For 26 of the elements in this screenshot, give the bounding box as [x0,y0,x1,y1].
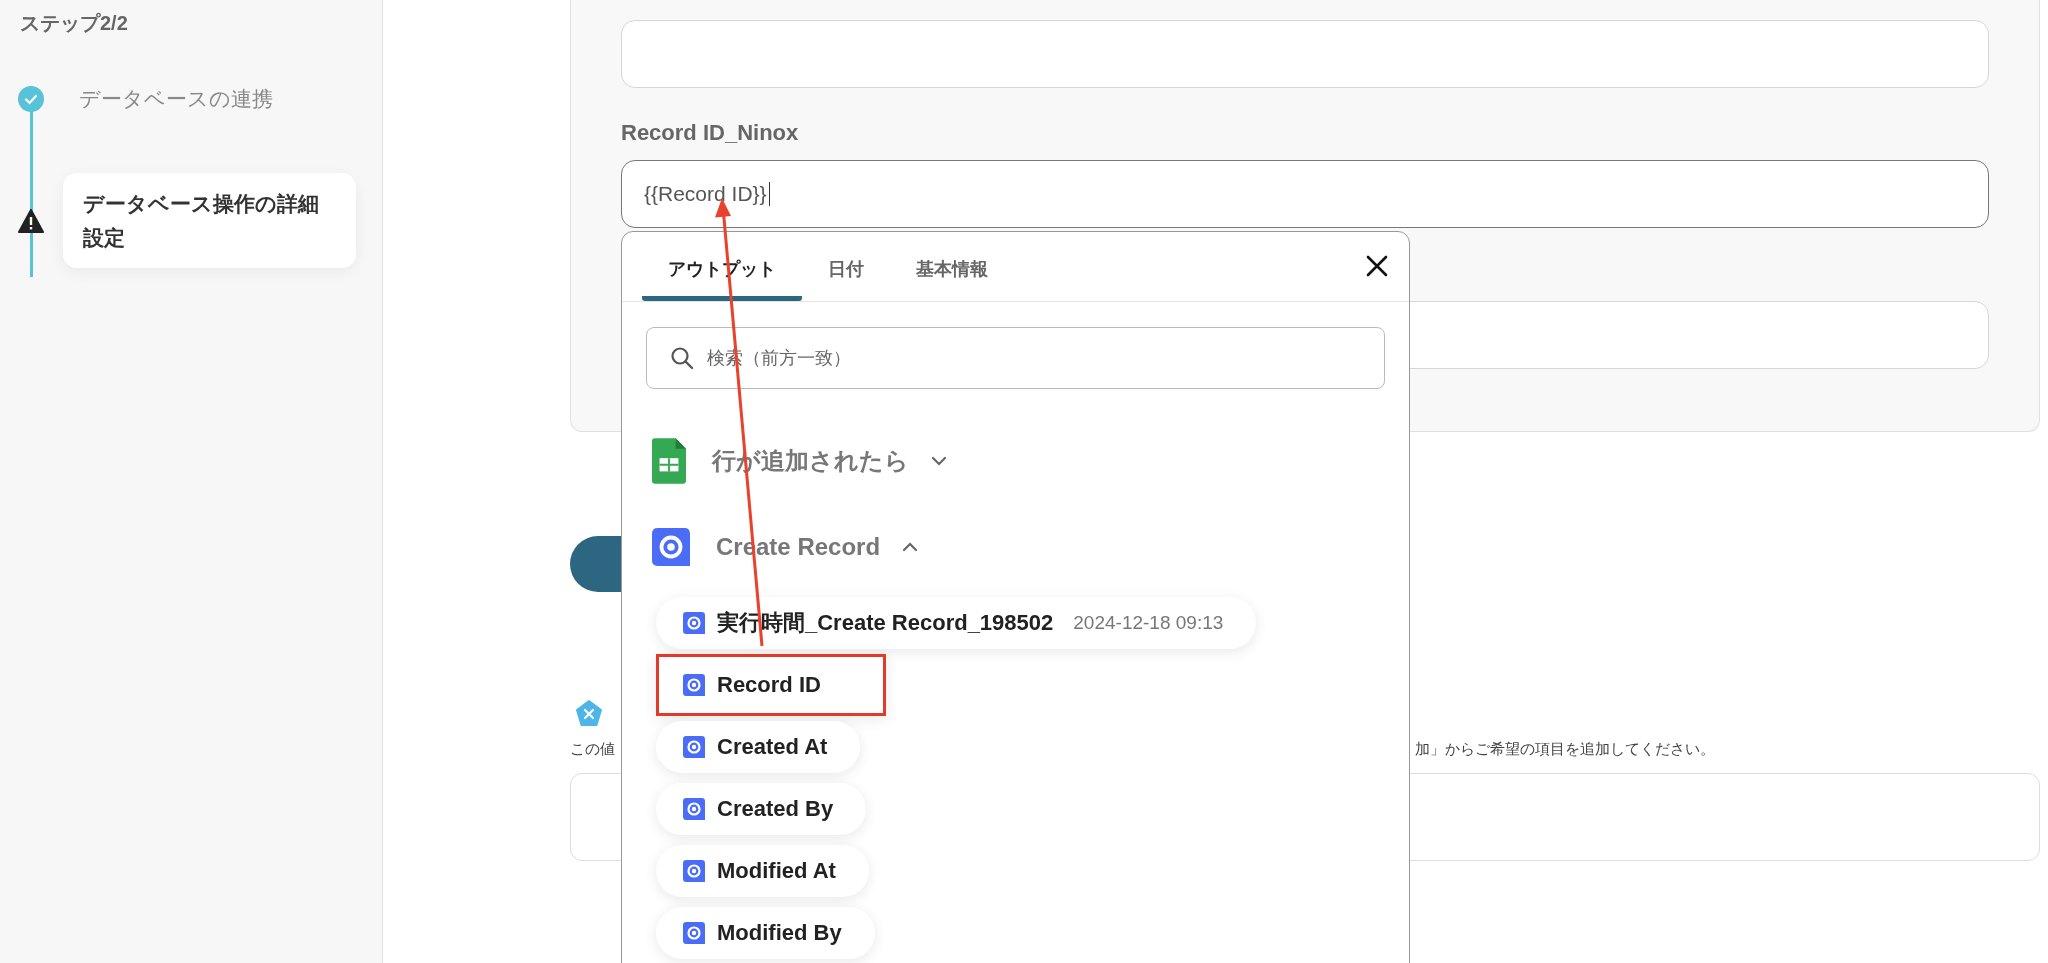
output-item[interactable]: Modified By [656,907,875,959]
tab[interactable]: 日付 [802,232,890,301]
spreadsheet-icon [652,438,686,484]
target-icon [652,528,690,566]
search-icon [670,346,694,370]
description-text: この値 [570,740,615,759]
output-item[interactable]: Modified At [656,845,869,897]
chevron-down-icon [931,456,947,466]
target-icon [683,922,705,944]
target-icon [683,612,705,634]
tab[interactable]: 基本情報 [890,232,1014,301]
warning-icon [18,208,44,233]
target-icon [683,798,705,820]
field-label: Record ID_Ninox [621,120,800,147]
description-text: 加」からご希望の項目を追加してください。 [1415,740,1715,759]
target-icon [683,674,705,696]
step-item[interactable]: データベース操作の詳細設定 [63,173,356,269]
input-field[interactable] [621,20,1989,88]
variable-icon [576,700,602,726]
step-counter: ステップ2/2 [20,11,129,36]
target-icon [683,736,705,758]
output-item[interactable]: Record ID [656,654,886,716]
close-icon[interactable] [1365,254,1389,278]
chevron-up-icon [902,542,919,552]
input-field[interactable]: {{Record ID}} [621,160,1989,228]
target-icon [683,860,705,882]
